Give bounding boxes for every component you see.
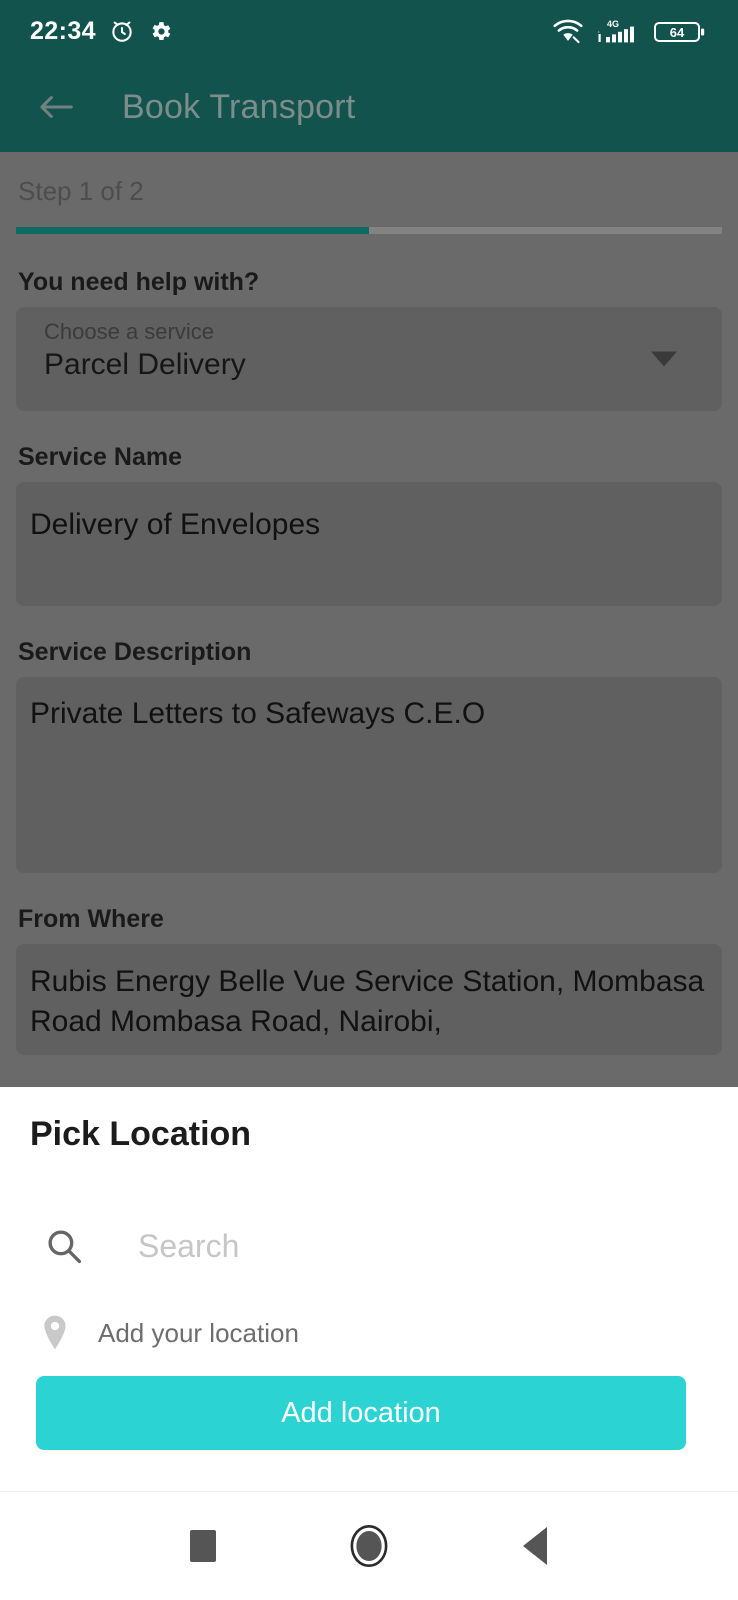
back-button[interactable]	[500, 1511, 570, 1581]
add-your-location-label: Add your location	[98, 1317, 299, 1348]
triangle-back-icon	[523, 1527, 547, 1565]
add-location-button[interactable]: Add location	[36, 1376, 686, 1450]
service-name-input[interactable]: Delivery of Envelopes	[16, 482, 722, 606]
status-bar: 22:34 4G 64	[0, 0, 738, 62]
app-bar: Book Transport	[0, 62, 738, 152]
status-bar-left: 22:34	[30, 17, 173, 46]
android-nav-bar	[0, 1491, 738, 1600]
pick-location-sheet: Pick Location Search Add your location A…	[0, 1087, 738, 1491]
phone-screen: 22:34 4G 64 Book Transport Step 1 of 2 Y…	[0, 0, 738, 1600]
svg-text:4G: 4G	[607, 19, 619, 29]
step-indicator-label: Step 1 of 2	[18, 176, 144, 206]
sheet-title: Pick Location	[30, 1115, 252, 1153]
from-where-input[interactable]: Rubis Energy Belle Vue Service Station, …	[16, 944, 722, 1056]
search-input[interactable]: Search	[138, 1228, 239, 1265]
recents-button[interactable]	[168, 1511, 238, 1581]
gear-icon	[148, 19, 173, 44]
service-name-value: Delivery of Envelopes	[30, 508, 321, 541]
add-your-location-row[interactable]: Add your location	[30, 1314, 708, 1352]
search-icon	[44, 1226, 84, 1266]
from-where-label: From Where	[18, 905, 164, 933]
service-select-hint: Choose a service	[44, 319, 214, 344]
back-arrow-icon[interactable]	[34, 85, 78, 129]
status-bar-right: 4G 64	[552, 18, 708, 45]
step-progress-fill	[16, 227, 369, 234]
service-description-input[interactable]: Private Letters to Safeways C.E.O	[16, 677, 722, 873]
service-name-label: Service Name	[18, 443, 183, 471]
home-button[interactable]	[334, 1511, 404, 1581]
signal-4g-icon: 4G	[597, 18, 641, 45]
service-select[interactable]: Choose a service Parcel Delivery	[16, 307, 722, 411]
booking-form-dimmed: Step 1 of 2 You need help with? Choose a…	[0, 152, 738, 1087]
battery-icon: 64	[654, 18, 708, 45]
page-title: Book Transport	[122, 87, 356, 126]
alarm-icon	[109, 18, 135, 44]
service-description-value: Private Letters to Safeways C.E.O	[30, 697, 486, 730]
status-bar-clock: 22:34	[30, 16, 96, 45]
service-question-label: You need help with?	[18, 268, 260, 296]
circle-home-icon	[346, 1521, 392, 1571]
svg-text:64: 64	[670, 25, 685, 40]
search-row[interactable]: Search	[30, 1218, 708, 1274]
from-where-value: Rubis Energy Belle Vue Service Station, …	[30, 965, 705, 1038]
square-recents-icon	[190, 1530, 216, 1562]
chevron-down-icon[interactable]	[651, 351, 677, 367]
map-pin-icon	[40, 1314, 70, 1352]
wifi-icon	[552, 19, 584, 44]
service-select-value: Parcel Delivery	[44, 348, 246, 381]
step-progress-bar	[16, 227, 722, 234]
service-description-label: Service Description	[18, 638, 252, 666]
